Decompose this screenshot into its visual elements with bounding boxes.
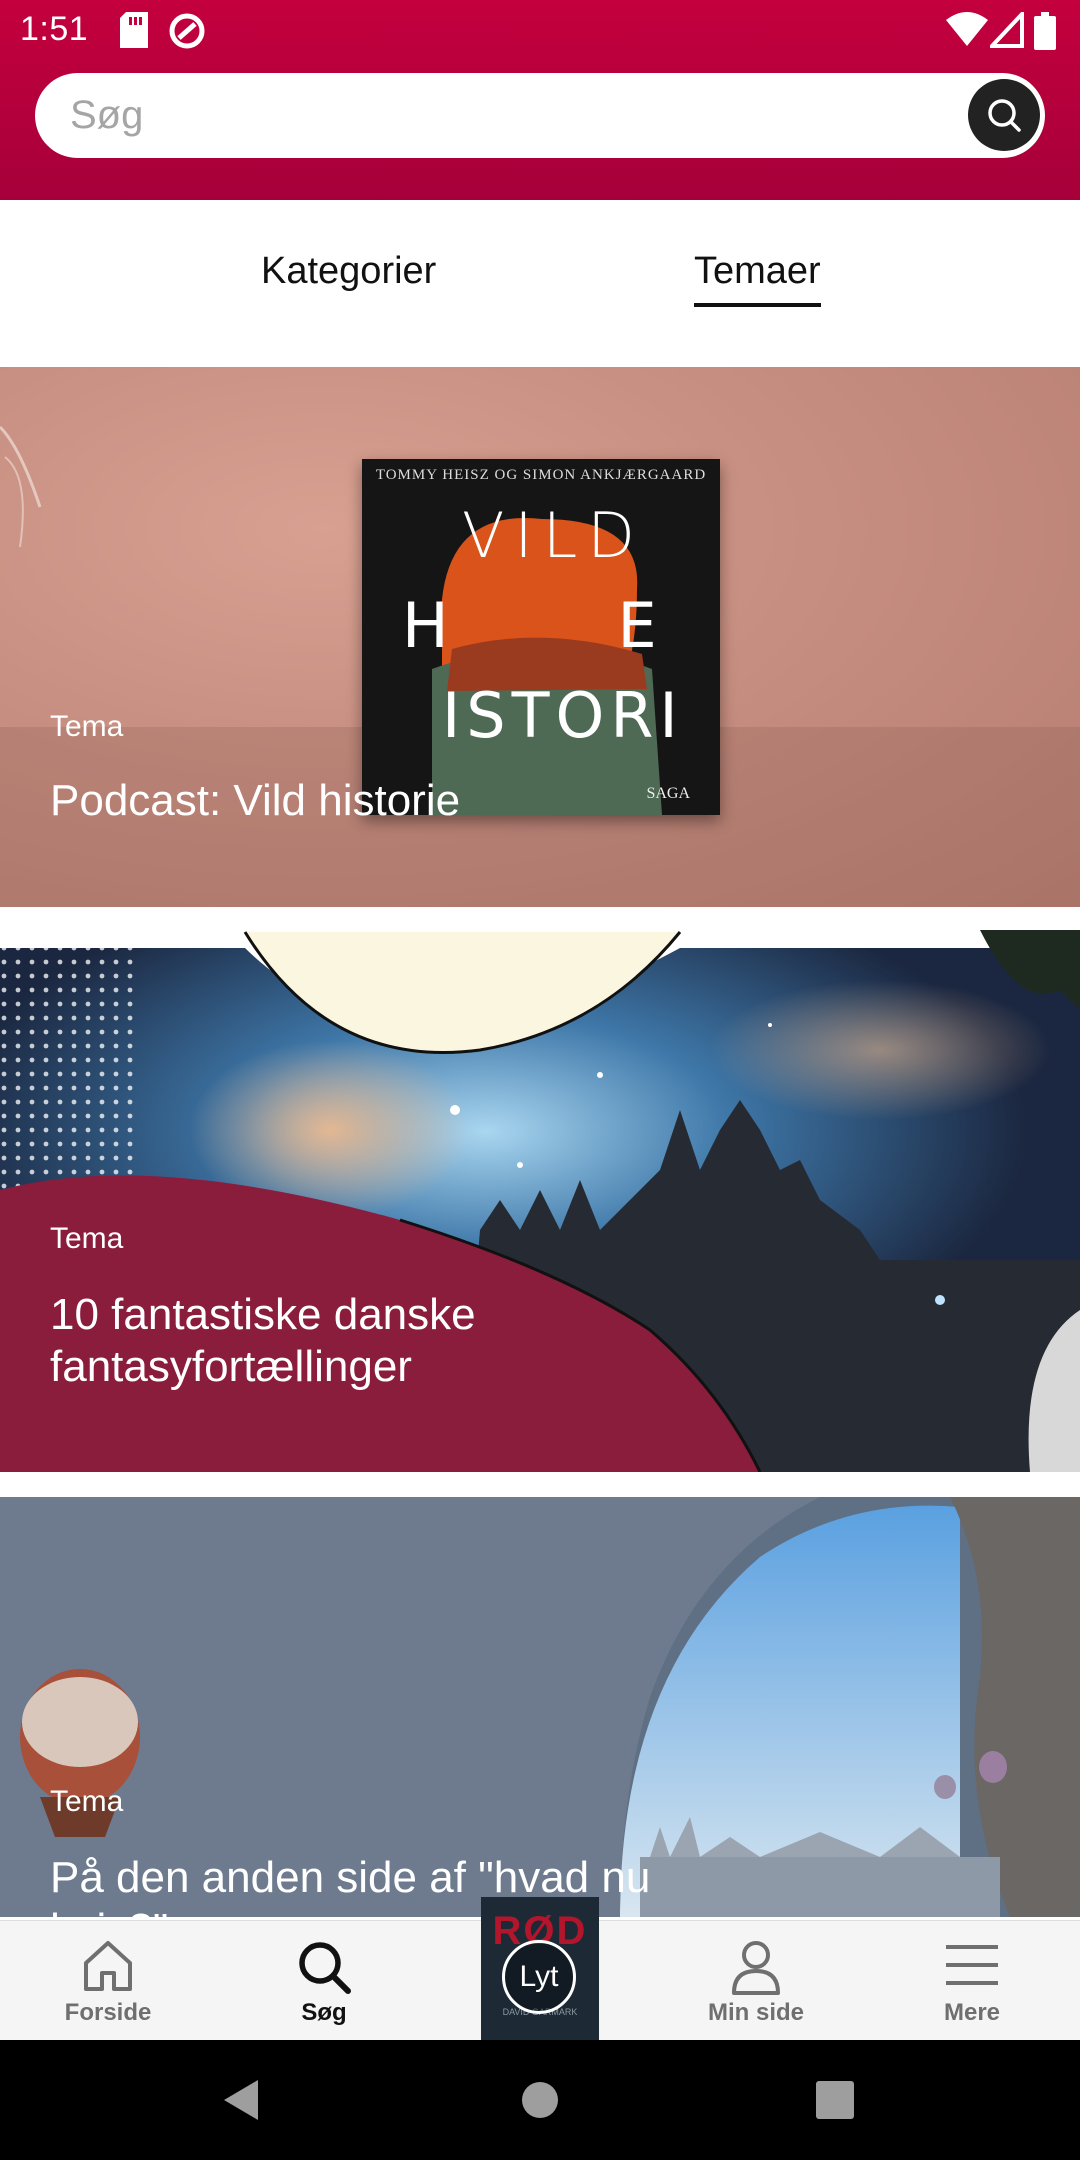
nav-sog[interactable]: Søg bbox=[244, 1921, 404, 2041]
header: 1:51 bbox=[0, 0, 1080, 200]
search-input[interactable] bbox=[70, 73, 950, 158]
system-navigation-bar bbox=[0, 2040, 1080, 2160]
play-label: Lyt bbox=[519, 1960, 559, 1993]
home-icon bbox=[84, 1941, 132, 1991]
cover-authors: TOMMY HEISZ OG SIMON ANKJÆRGAARD bbox=[375, 467, 707, 483]
cover-title-line3: ISTORI bbox=[442, 679, 684, 752]
nav-mere[interactable]: Mere bbox=[892, 1921, 1052, 2041]
signal-icon bbox=[990, 12, 1024, 48]
tab-kategorier[interactable]: Kategorier bbox=[261, 250, 436, 303]
theme-card-hvad-nu-hvis[interactable]: Tema På den anden side af "hvad nu hvis?… bbox=[0, 1497, 1080, 1917]
theme-card-vild-historie[interactable]: TOMMY HEISZ OG SIMON ANKJÆRGAARD VILD H … bbox=[0, 367, 1080, 907]
podcast-cover: TOMMY HEISZ OG SIMON ANKJÆRGAARD VILD H … bbox=[362, 459, 720, 815]
theme-label: Tema bbox=[50, 1785, 124, 1818]
theme-label: Tema bbox=[50, 1222, 124, 1255]
nav-min-side[interactable]: Min side bbox=[676, 1921, 836, 2041]
home-circle-icon[interactable] bbox=[520, 2080, 560, 2120]
search-icon bbox=[988, 99, 1021, 132]
theme-title: Podcast: Vild historie bbox=[50, 776, 461, 825]
theme-card-fantasy[interactable]: Tema 10 fantastiske danske fantasyfortæl… bbox=[0, 930, 1080, 1472]
search-button[interactable] bbox=[968, 79, 1040, 151]
cover-title-line1: VILD bbox=[462, 499, 645, 572]
play-button[interactable]: Lyt bbox=[502, 1940, 576, 2014]
battery-icon bbox=[1034, 12, 1056, 50]
wifi-icon bbox=[946, 12, 988, 46]
nav-label: Min side bbox=[707, 1999, 804, 2026]
status-time: 1:51 bbox=[20, 10, 89, 48]
tab-bar: Kategorier Temaer bbox=[0, 200, 1080, 366]
search-bar[interactable] bbox=[35, 73, 1045, 158]
theme-label: Tema bbox=[50, 710, 124, 743]
nav-label: Søg bbox=[301, 1999, 347, 2026]
mini-player[interactable]: RØD DAVID GARMARK Lyt bbox=[481, 1897, 599, 2040]
nav-forside[interactable]: Forside bbox=[28, 1921, 188, 2041]
person-icon bbox=[732, 1941, 780, 1995]
menu-icon bbox=[946, 1945, 998, 1985]
sd-card-icon bbox=[120, 12, 148, 48]
search-icon bbox=[299, 1942, 351, 1994]
back-icon[interactable] bbox=[222, 2078, 262, 2122]
status-bar: 1:51 bbox=[0, 0, 1080, 62]
recents-icon[interactable] bbox=[816, 2081, 854, 2119]
theme-title: På den anden side af "hvad nu hvis?" bbox=[50, 1853, 651, 1917]
sync-icon bbox=[169, 13, 205, 49]
app-screen: 1:51 Kategorier Temaer bbox=[0, 0, 1080, 2160]
cover-title-line2: H E bbox=[402, 589, 675, 662]
nav-label: Mere bbox=[943, 1999, 1001, 2026]
nav-label: Forside bbox=[64, 1999, 152, 2026]
tab-temaer[interactable]: Temaer bbox=[694, 250, 821, 307]
theme-title: 10 fantastiske danske fantasyfortællinge… bbox=[50, 1290, 476, 1391]
